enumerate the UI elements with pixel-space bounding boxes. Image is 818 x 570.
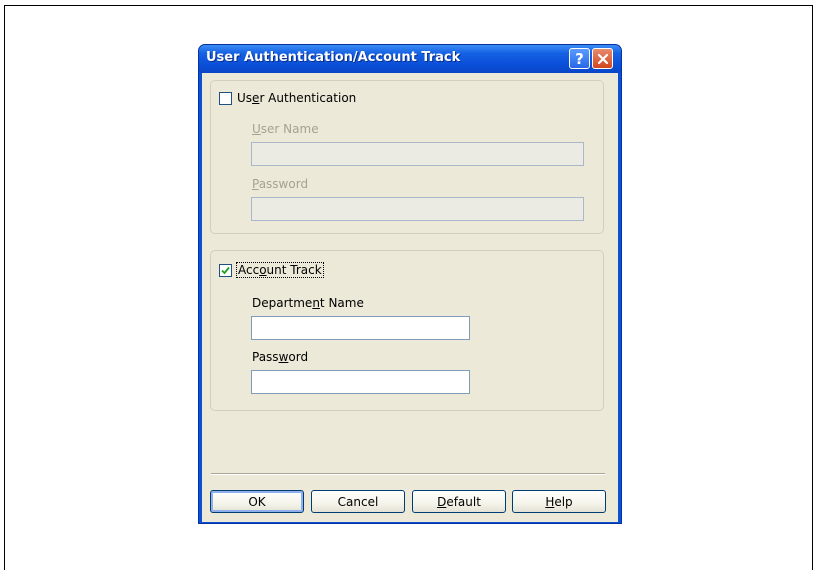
department-name-field[interactable] — [251, 316, 470, 340]
account-track-checkbox[interactable] — [219, 264, 232, 277]
help-icon[interactable]: ? — [569, 48, 590, 69]
title-bar: User Authentication/Account Track ? — [199, 45, 621, 73]
account-track-password-field[interactable] — [251, 370, 470, 394]
default-button[interactable]: Default — [412, 490, 506, 513]
dialog-client-area: User Authentication User Name Password A… — [202, 73, 618, 522]
department-name-label: Department Name — [252, 296, 364, 310]
cancel-button[interactable]: Cancel — [311, 490, 405, 513]
user-auth-password-field[interactable] — [251, 197, 584, 221]
ok-button[interactable]: OK — [210, 490, 304, 513]
window-title: User Authentication/Account Track — [206, 50, 461, 65]
user-authentication-label: User Authentication — [237, 91, 357, 105]
user-name-label: User Name — [252, 122, 319, 136]
user-authentication-checkbox[interactable] — [219, 92, 232, 105]
dialog-window: User Authentication/Account Track ? User… — [198, 44, 622, 524]
user-name-field[interactable] — [251, 142, 584, 166]
checkmark-icon — [221, 266, 230, 275]
account-track-password-label: Password — [252, 350, 309, 364]
account-track-label: Account Track — [236, 262, 324, 278]
user-auth-password-label: Password — [252, 177, 309, 191]
button-separator — [211, 473, 605, 475]
close-icon[interactable] — [592, 48, 613, 69]
help-button[interactable]: Help — [512, 490, 606, 513]
